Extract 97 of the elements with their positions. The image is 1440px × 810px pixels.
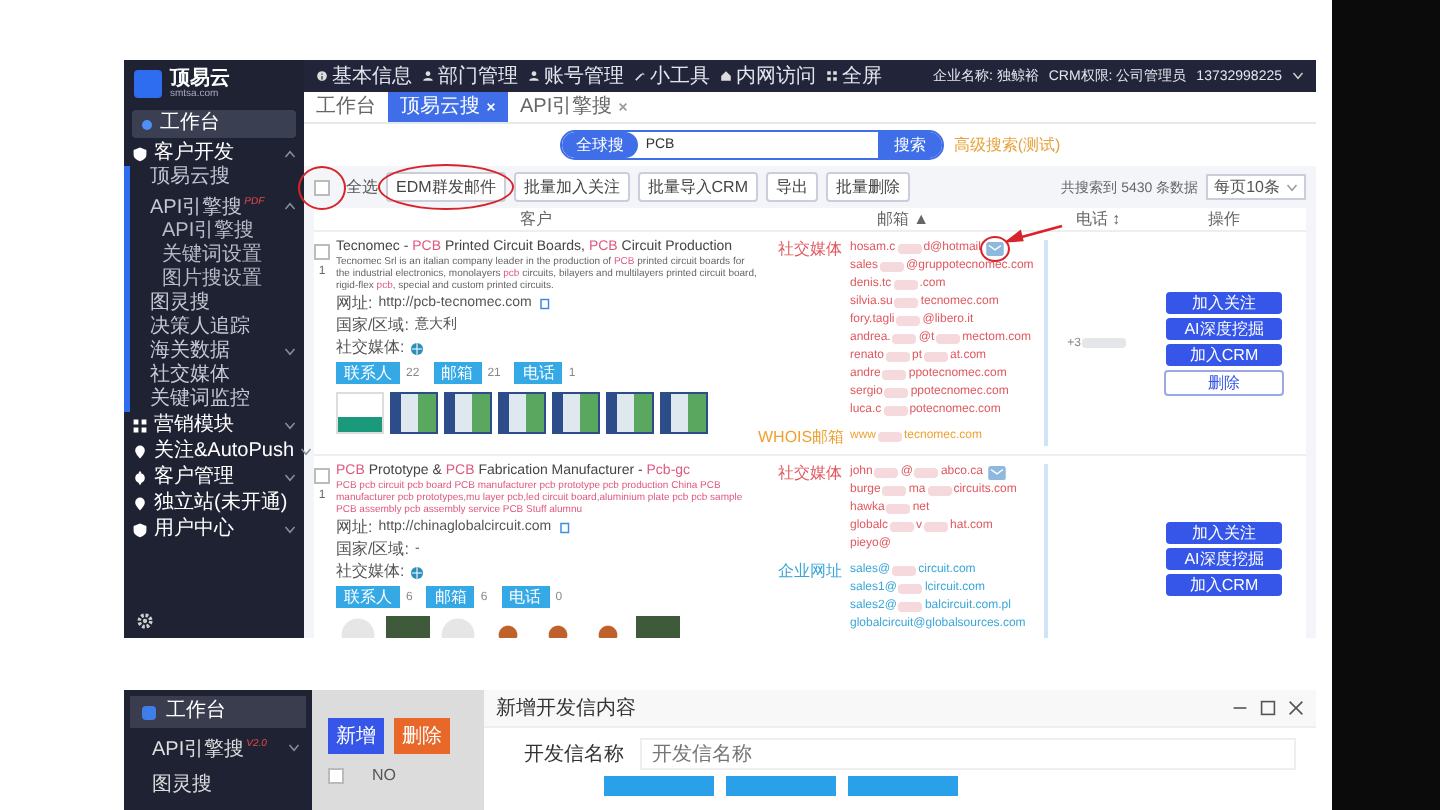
toolbar-button[interactable]: EDM群发邮件 (386, 172, 506, 202)
action-button[interactable]: 删除 (1164, 369, 1284, 395)
sidebar-item[interactable]: 工作台 (132, 110, 296, 138)
copy-icon[interactable] (537, 298, 550, 310)
thumbnail-image[interactable] (444, 392, 492, 434)
sidebar-item[interactable]: 用户中心 (124, 516, 304, 543)
page-size-select[interactable]: 每页10条 (1206, 174, 1306, 200)
checkbox[interactable] (328, 767, 344, 784)
sidebar-item[interactable]: API引擎搜 (130, 220, 304, 245)
select-all-label: 全选 (346, 176, 378, 198)
nav-item[interactable]: 内网访问 (720, 62, 816, 90)
column-header[interactable]: 电话 ↕ (1048, 208, 1148, 230)
close-icon[interactable] (1288, 700, 1304, 717)
logo-name: 顶易云 (170, 69, 230, 89)
settings-icon[interactable] (136, 612, 154, 631)
maximize-icon[interactable] (1260, 700, 1276, 717)
column-header: NO (372, 766, 396, 785)
toolbar-button[interactable]: 批量导入CRM (637, 172, 758, 202)
person-icon (422, 70, 434, 82)
thumbnail-image[interactable] (498, 392, 546, 434)
dialog-button[interactable] (726, 776, 836, 797)
thumbnail-image[interactable] (606, 392, 654, 434)
tab[interactable]: API引擎搜 (520, 92, 613, 122)
email-source-label: 企业网址 (776, 562, 842, 584)
column-header[interactable]: 邮箱 ▲ (758, 208, 1048, 230)
action-button[interactable]: 加入CRM (1166, 574, 1282, 596)
field-label: 国家/区域: (336, 540, 409, 560)
action-button[interactable]: 加入关注 (1166, 291, 1282, 313)
annotation-arrow (1006, 222, 1067, 246)
sidebar-item[interactable]: 关注&AutoPush (124, 438, 304, 465)
column-header[interactable]: 客户 (314, 208, 758, 230)
email-source-label: 社交媒体 (776, 240, 842, 262)
field-label: 国家/区域: (336, 316, 409, 336)
sidebar-item[interactable]: API引擎搜$^{PDF}$ (130, 190, 304, 221)
sidebar-item[interactable]: 图片搜设置 (130, 268, 304, 293)
sidebar-item[interactable]: 独立站(未开通) (124, 490, 304, 517)
sidebar-item[interactable]: 客户管理 (124, 464, 304, 491)
sidebar-item[interactable]: 关键词设置 (130, 244, 304, 269)
nav-item[interactable]: 小工具 (634, 62, 710, 90)
sidebar-item[interactable]: 工作台 (130, 696, 306, 729)
toolbar-button[interactable]: 新增 (328, 718, 384, 755)
input-field[interactable]: 开发信名称 (640, 738, 1296, 771)
action-button[interactable]: AI深度挖掘 (1166, 317, 1282, 339)
copy-icon[interactable] (557, 522, 570, 534)
mail-icon[interactable] (988, 466, 1007, 480)
sidebar-item[interactable]: API引擎搜$^{V2.0}$ (124, 728, 312, 767)
logo-icon (134, 70, 162, 98)
toolbar-button[interactable]: 删除 (394, 718, 450, 755)
dialog-button[interactable] (848, 776, 958, 797)
action-button[interactable]: AI深度挖掘 (1166, 548, 1282, 570)
field-label: 社交媒体: (336, 338, 405, 358)
grid-icon (826, 70, 838, 82)
column-header[interactable]: 操作 (1148, 208, 1300, 230)
house-icon (720, 70, 732, 82)
sidebar-item[interactable]: 营销模块 (124, 412, 304, 439)
field-label: 网址: (336, 518, 373, 538)
globe-icon[interactable] (410, 341, 425, 355)
thumbnail-image[interactable] (660, 392, 708, 434)
checkbox[interactable] (314, 244, 330, 260)
person-icon (528, 70, 540, 82)
field-label: 社交媒体: (336, 562, 405, 582)
globe-icon[interactable] (410, 565, 425, 579)
sidebar-item[interactable]: 顶易云搜 (130, 166, 304, 190)
thumbnail-image[interactable] (390, 392, 438, 434)
checkbox[interactable] (314, 179, 330, 195)
email-source-label: 社交媒体 (776, 464, 842, 486)
checkbox[interactable] (314, 468, 330, 484)
sidebar-item[interactable]: 图灵搜 (130, 292, 304, 317)
tab[interactable]: 工作台 (316, 92, 376, 122)
field-label: 网址: (336, 294, 373, 314)
nav-item[interactable]: 基本信息 (316, 62, 412, 90)
email-source-label: WHOIS邮箱 (758, 428, 842, 446)
thumbnail-image[interactable] (552, 392, 600, 434)
sidebar-item[interactable]: 图灵搜 (124, 767, 312, 801)
action-button[interactable]: 加入关注 (1166, 522, 1282, 544)
toolbar-button[interactable]: 导出 (766, 172, 818, 202)
nav-item[interactable]: 账号管理 (528, 62, 624, 90)
search-button[interactable]: 搜索 (877, 132, 942, 158)
pin-icon (132, 495, 148, 512)
sidebar-item[interactable]: 客户开发 (124, 140, 304, 166)
sidebar-item[interactable]: 决策人追踪 (130, 316, 304, 341)
caret-icon[interactable] (1292, 72, 1304, 80)
toolbar-button[interactable]: 批量加入关注 (513, 172, 630, 202)
field-label: 开发信名称 (524, 742, 624, 769)
sidebar-item[interactable]: 关键词监控 (130, 388, 304, 413)
mail-icon[interactable] (986, 242, 1005, 256)
sidebar-item[interactable]: 海关数据 (130, 340, 304, 365)
search-mode-button[interactable]: 全球搜 (561, 132, 638, 158)
nav-item[interactable]: 部门管理 (422, 62, 518, 90)
toolbar-button[interactable]: 批量删除 (826, 172, 910, 202)
dialog-button[interactable] (604, 776, 714, 797)
sidebar-item[interactable]: 社交媒体 (130, 364, 304, 389)
nav-item[interactable]: 全屏 (826, 62, 882, 90)
info-icon (316, 70, 328, 82)
dialog-title: 新增开发信内容 (496, 695, 636, 723)
action-button[interactable]: 加入CRM (1166, 343, 1282, 365)
wrench-icon (634, 70, 646, 82)
